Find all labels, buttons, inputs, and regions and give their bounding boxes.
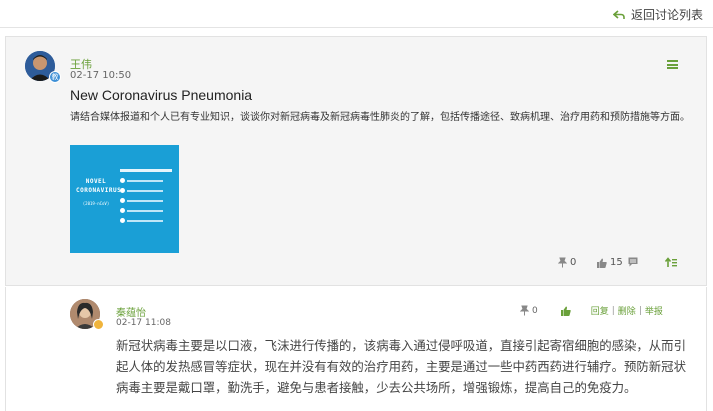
back-to-list-label: 返回讨论列表 <box>630 8 703 22</box>
back-to-list-link[interactable]: 返回讨论列表 <box>612 6 703 23</box>
thumbnail-list-graphic <box>120 169 178 228</box>
more-menu-icon[interactable] <box>667 60 678 69</box>
separator: | <box>638 305 642 316</box>
reply-content: 新冠状病毒主要是以口液，飞沫进行传播的，该病毒入通过侵呼吸道，直接引起寄宿细胞的… <box>116 338 686 395</box>
reply-time: 02-17 11:08 <box>116 318 171 328</box>
report-button[interactable]: 举报 <box>645 304 663 317</box>
reply-author-name[interactable]: 秦蕴怡 <box>116 304 146 319</box>
post-time: 02-17 10:50 <box>70 70 132 81</box>
return-arrow-icon <box>612 9 625 19</box>
reply-pin-count: 0 <box>532 305 538 316</box>
pin-icon <box>558 257 567 268</box>
post-title: New Coronavirus Pneumonia <box>70 87 253 103</box>
post-image-thumbnail[interactable]: NOVEL CORONAVIRUS (2019-nCoV) <box>70 145 179 253</box>
reply-button[interactable]: 回复 <box>591 304 609 317</box>
like-count: 15 <box>610 257 623 268</box>
reply-thumbs-up-icon[interactable] <box>560 306 571 316</box>
like-action[interactable]: 15 <box>596 257 623 268</box>
thumbs-up-icon <box>597 258 607 268</box>
reply-action-bar: 0 回复 | 删除 | 举报 <box>520 304 663 317</box>
reply-pin-icon <box>520 305 529 316</box>
sort-top-action[interactable] <box>665 257 680 267</box>
main-post: 教 王伟 02-17 10:50 New Coronavirus Pneumon… <box>5 36 707 286</box>
thumbnail-subtitle: (2019-nCoV) <box>82 201 110 206</box>
top-bar: 返回讨论列表 <box>0 0 713 28</box>
reply-post: 秦蕴怡 02-17 11:08 0 回复 | 删除 | 举报 新冠状病毒主要是以… <box>5 287 707 411</box>
thumbnail-title: NOVEL CORONAVIRUS <box>76 178 122 194</box>
reply-pin-action[interactable]: 0 <box>520 305 538 316</box>
post-description: 请结合媒体报道和个人已有专业知识，谈谈你对新冠病毒及新冠病毒性肺炎的了解，包括传… <box>70 112 690 123</box>
separator: | <box>611 305 615 316</box>
move-to-top-icon <box>665 257 677 267</box>
pin-count: 0 <box>570 257 577 268</box>
comment-action[interactable] <box>628 257 641 267</box>
comment-icon <box>628 257 638 267</box>
reply-student-badge <box>93 319 104 330</box>
teacher-badge: 教 <box>49 71 61 83</box>
pin-action[interactable]: 0 <box>558 257 576 268</box>
delete-button[interactable]: 删除 <box>618 304 636 317</box>
